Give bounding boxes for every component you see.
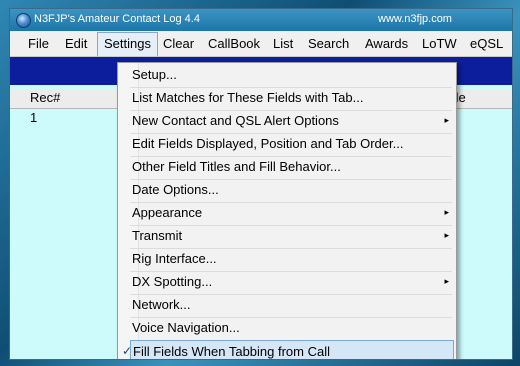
menu-item-edit-fields[interactable]: Edit Fields Displayed, Position and Tab …	[118, 133, 456, 156]
menu-item-list-matches[interactable]: List Matches for These Fields with Tab..…	[118, 87, 456, 110]
menu-search[interactable]: Search	[302, 32, 355, 56]
menu-callbook[interactable]: CallBook	[202, 32, 266, 56]
menu-bar: File Edit Settings Clear CallBook List S…	[10, 32, 512, 57]
menu-item-label: Transmit	[132, 228, 183, 243]
menu-item-label: New Contact and QSL Alert Options	[132, 113, 339, 128]
app-icon[interactable]	[16, 13, 31, 28]
menu-item-label: Voice Navigation...	[132, 320, 240, 335]
check-icon: ✓	[122, 344, 133, 358]
menu-item-label: Network...	[132, 297, 191, 312]
menu-list[interactable]: List	[267, 32, 299, 56]
menu-eqsl[interactable]: eQSL	[464, 32, 509, 56]
column-header-rec[interactable]: Rec#	[30, 90, 60, 105]
menu-edit[interactable]: Edit	[59, 32, 93, 56]
app-window: N3FJP's Amateur Contact Log 4.4 www.n3fj…	[9, 8, 513, 360]
window-url: www.n3fjp.com	[378, 13, 452, 25]
title-bar: N3FJP's Amateur Contact Log 4.4 www.n3fj…	[10, 9, 512, 31]
submenu-arrow-icon: ▸	[444, 276, 449, 286]
menu-item-setup[interactable]: Setup...	[118, 64, 456, 87]
menu-item-label: List Matches for These Fields with Tab..…	[132, 90, 364, 105]
menu-lotw[interactable]: LoTW	[416, 32, 463, 56]
menu-item-fill-fields[interactable]: ✓ Fill Fields When Tabbing from Call	[122, 340, 454, 359]
menu-item-transmit[interactable]: Transmit ▸	[118, 225, 456, 248]
grid-cell-rec[interactable]: 1	[30, 110, 37, 125]
menu-item-dx-spotting[interactable]: DX Spotting... ▸	[118, 271, 456, 294]
submenu-arrow-icon: ▸	[444, 230, 449, 240]
menu-file[interactable]: File	[22, 32, 55, 56]
menu-clear[interactable]: Clear	[157, 32, 200, 56]
menu-item-label: Fill Fields When Tabbing from Call	[133, 344, 330, 359]
menu-item-rig-interface[interactable]: Rig Interface...	[118, 248, 456, 271]
menu-item-label: DX Spotting...	[132, 274, 213, 289]
submenu-arrow-icon: ▸	[444, 115, 449, 125]
menu-item-voice-navigation[interactable]: Voice Navigation...	[118, 317, 456, 340]
settings-dropdown: Setup... List Matches for These Fields w…	[117, 62, 457, 359]
menu-item-label: Setup...	[132, 67, 177, 82]
menu-item-label: Edit Fields Displayed, Position and Tab …	[132, 136, 404, 151]
menu-item-label: Date Options...	[132, 182, 219, 197]
menu-item-date-options[interactable]: Date Options...	[118, 179, 456, 202]
menu-item-alert-options[interactable]: New Contact and QSL Alert Options ▸	[118, 110, 456, 133]
window-title: N3FJP's Amateur Contact Log 4.4	[34, 13, 200, 25]
menu-awards[interactable]: Awards	[359, 32, 414, 56]
menu-item-label: Rig Interface...	[132, 251, 217, 266]
menu-item-network[interactable]: Network...	[118, 294, 456, 317]
submenu-arrow-icon: ▸	[444, 207, 449, 217]
menu-item-appearance[interactable]: Appearance ▸	[118, 202, 456, 225]
menu-item-field-titles[interactable]: Other Field Titles and Fill Behavior...	[118, 156, 456, 179]
menu-item-label: Appearance	[132, 205, 203, 220]
menu-settings[interactable]: Settings	[97, 32, 158, 56]
menu-item-label: Other Field Titles and Fill Behavior...	[132, 159, 341, 174]
